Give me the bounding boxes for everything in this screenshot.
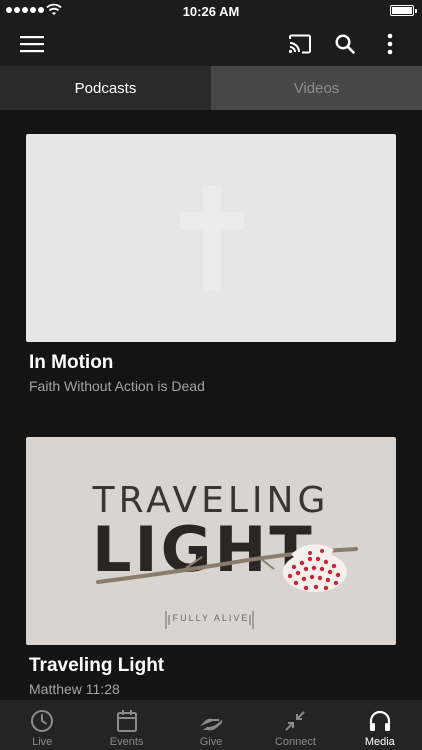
- card-subtitle: Matthew 11:28: [29, 681, 120, 697]
- status-time: 10:26 AM: [182, 4, 240, 19]
- card-title: In Motion: [29, 352, 114, 373]
- traveling-light-artwork[interactable]: TRAVELING LIGHT FULLY ALIVE: [26, 437, 396, 645]
- headphones-icon: [367, 708, 393, 734]
- nav-label: Live: [32, 736, 53, 748]
- nav-item-media[interactable]: Media: [338, 700, 422, 750]
- tab-podcasts[interactable]: Podcasts: [0, 66, 211, 110]
- nav-label: Media: [364, 736, 395, 748]
- nav-label: Events: [109, 736, 144, 748]
- calendar-icon: [114, 708, 140, 734]
- cross-icon: [203, 185, 221, 291]
- connect-arrows-icon: [282, 708, 308, 734]
- nav-label: Give: [199, 736, 223, 748]
- search-icon[interactable]: [331, 30, 359, 58]
- status-bar: 10:26 AM: [0, 0, 422, 22]
- clock-icon: [29, 708, 55, 734]
- battery-icon: [390, 5, 417, 16]
- bottom-tab-bar: Live Events Give Connect Media: [0, 700, 422, 750]
- card-title: Traveling Light: [29, 655, 165, 676]
- nav-item-live[interactable]: Live: [0, 700, 84, 750]
- list-item[interactable]: TRAVELING LIGHT FULLY ALIVE Traveling Li…: [26, 437, 396, 697]
- podcast-list: In Motion Faith Without Action is Dead T…: [0, 110, 422, 700]
- nav-item-events[interactable]: Events: [84, 700, 168, 750]
- tab-videos[interactable]: Videos: [211, 66, 422, 110]
- nav-item-connect[interactable]: Connect: [253, 700, 337, 750]
- placeholder-image[interactable]: [26, 134, 396, 342]
- vertical-ellipsis-icon[interactable]: [376, 30, 404, 58]
- list-item[interactable]: In Motion Faith Without Action is Dead: [26, 134, 396, 394]
- hamburger-menu-icon[interactable]: [18, 30, 46, 58]
- top-toolbar: [0, 22, 422, 66]
- cast-icon[interactable]: [286, 30, 314, 58]
- artwork-series-tag: FULLY ALIVE: [172, 613, 250, 623]
- nav-label: Connect: [274, 736, 316, 748]
- nav-item-give[interactable]: Give: [169, 700, 253, 750]
- card-subtitle: Faith Without Action is Dead: [29, 378, 205, 394]
- giving-hand-icon: [198, 708, 224, 734]
- media-tabs: Podcasts Videos: [0, 66, 422, 110]
